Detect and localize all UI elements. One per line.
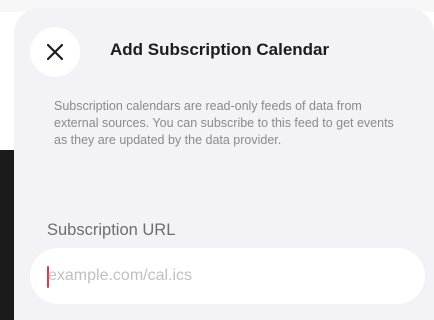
- subscription-url-input[interactable]: [48, 248, 408, 304]
- close-button[interactable]: [30, 27, 80, 77]
- close-icon: [46, 43, 64, 61]
- backdrop-left: [0, 150, 14, 320]
- subscription-url-field[interactable]: [30, 248, 425, 304]
- description-text: Subscription calendars are read-only fee…: [54, 99, 394, 147]
- page-title: Add Subscription Calendar: [110, 40, 330, 59]
- add-subscription-sheet: Add Subscription Calendar Subscription c…: [14, 8, 434, 320]
- subscription-url-label: Subscription URL: [47, 221, 176, 239]
